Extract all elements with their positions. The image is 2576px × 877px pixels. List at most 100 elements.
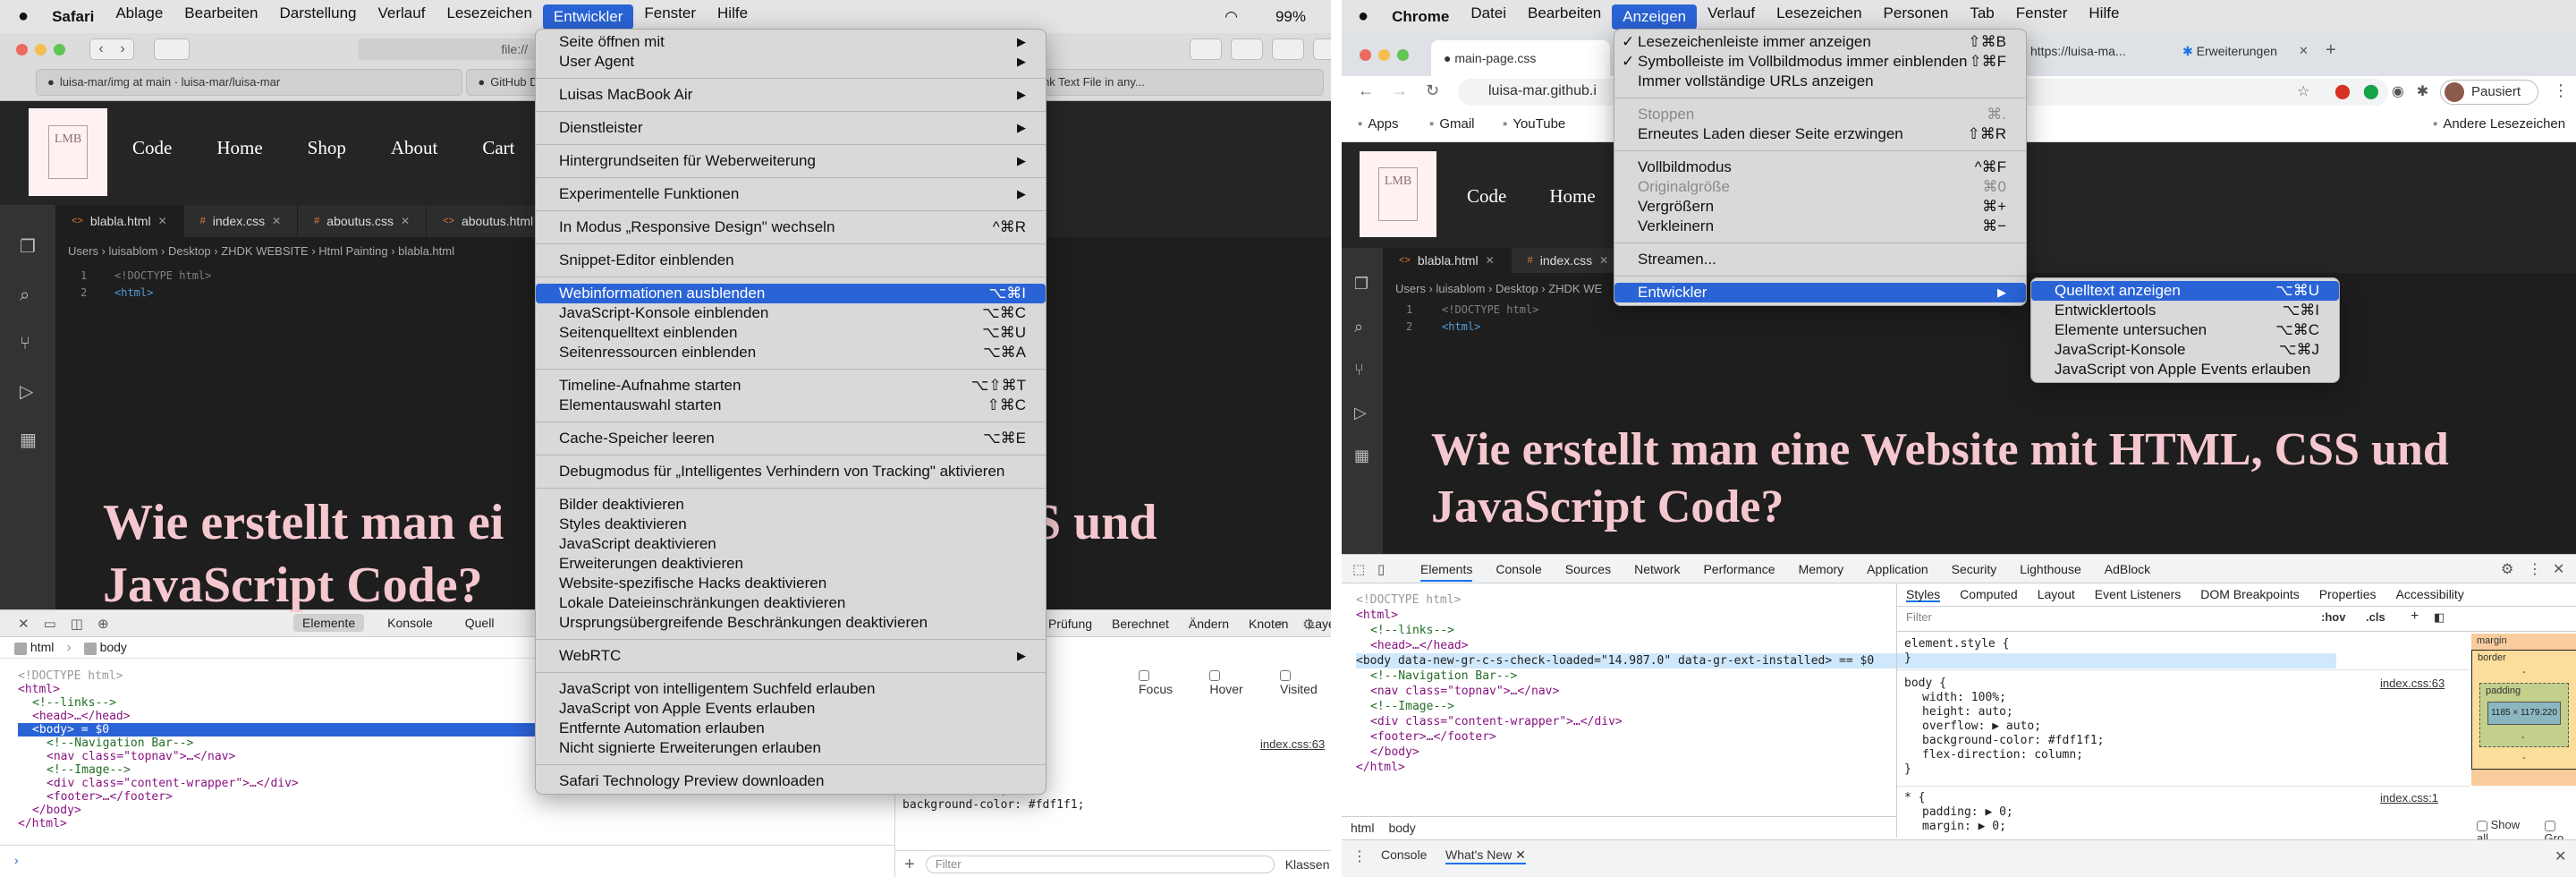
menubar-lesezeichen[interactable]: Lesezeichen <box>436 4 542 30</box>
menu-item-vollbildmodus[interactable]: Vollbildmodus ^⌘F <box>1614 158 2026 177</box>
menu-item-entwickler[interactable]: Entwickler ▶ <box>1614 283 2026 302</box>
source-control-icon[interactable]: ⑂ <box>20 319 55 368</box>
dock-icon[interactable]: ▭ <box>44 616 56 632</box>
menu-item-safari-technology-preview-downloaden[interactable]: Safari Technology Preview downloaden <box>536 771 1046 791</box>
site-logo[interactable]: LMB <box>29 108 107 196</box>
menu-item-javascript-konsole[interactable]: JavaScript-Konsole ⌥⌘J <box>2031 340 2339 360</box>
menu-item-streamen[interactable]: Streamen... <box>1614 250 2026 269</box>
sidebar-tab-ändern[interactable]: Ändern <box>1189 617 1229 631</box>
menu-item-lokale-dateieinschränkungen-deaktivieren[interactable]: Lokale Dateieinschränkungen deaktivieren <box>536 593 1046 613</box>
menu-item-verkleinern[interactable]: Verkleinern ⌘− <box>1614 217 2026 236</box>
close-window-button[interactable] <box>1360 49 1371 61</box>
menu-item-experimentelle-funktionen[interactable]: Experimentelle Funktionen ▶ <box>536 184 1046 204</box>
visited-state-toggle[interactable]: Visited <box>1280 668 1331 696</box>
menu-item-seitenressourcen-einblenden[interactable]: Seitenressourcen einblenden ⌥⌘A <box>536 343 1046 362</box>
site-nav-home[interactable]: Home <box>216 137 262 159</box>
extensions-icon[interactable]: ▦ <box>20 416 55 464</box>
wifi-icon[interactable]: ◠ <box>1214 8 1249 26</box>
dom-node[interactable]: </body> <box>18 804 894 817</box>
zoom-window-button[interactable] <box>54 44 65 55</box>
styles-tab-dom-breakpoints[interactable]: DOM Breakpoints <box>2200 587 2299 602</box>
css-property[interactable]: padding: ▶ 0; <box>1922 805 2013 820</box>
close-icon[interactable]: ✕ <box>1486 254 1495 267</box>
menu-item-erneutes-laden-dieser-seite-erzwingen[interactable]: Erneutes Laden dieser Seite erzwingen ⇧⌘R <box>1614 124 2026 144</box>
close-window-button[interactable] <box>16 44 28 55</box>
editor-tab-blabla-html[interactable]: <> blabla.html ✕ <box>1383 248 1512 273</box>
sidebar-toggle-icon[interactable] <box>154 38 190 60</box>
sidebar-tab-prüfung[interactable]: Prüfung <box>1048 617 1092 631</box>
run-icon[interactable]: ▷ <box>20 368 55 416</box>
close-tab-icon[interactable]: ✕ <box>2299 44 2309 58</box>
menubar-fenster[interactable]: Fenster <box>633 4 707 30</box>
devtools-tab-memory[interactable]: Memory <box>1799 562 1844 582</box>
editor-tab-blabla-html[interactable]: <> blabla.html ✕ <box>55 205 184 237</box>
menu-item-elemente-untersuchen[interactable]: Elemente untersuchen ⌥⌘C <box>2031 320 2339 340</box>
menubar-personen[interactable]: Personen <box>1873 4 1960 30</box>
menu-item-webrtc[interactable]: WebRTC ▶ <box>536 646 1046 666</box>
tab-overview-icon[interactable] <box>1313 38 1331 60</box>
menu-item-symbolleiste-im-vollbildmodus-immer-einb[interactable]: ✓ Symbolleiste im Vollbildmodus immer ein… <box>1614 52 2026 72</box>
menu-item-erweiterungen-deaktivieren[interactable]: Erweiterungen deaktivieren <box>536 554 1046 574</box>
devtools-tab-security[interactable]: Security <box>1952 562 1997 582</box>
hover-state-toggle[interactable]: Hover <box>1209 668 1257 696</box>
close-devtools-icon[interactable]: ✕ <box>2553 560 2564 578</box>
menu-item-entwicklertools[interactable]: Entwicklertools ⌥⌘I <box>2031 301 2339 320</box>
menu-item-quelltext-anzeigen[interactable]: Quelltext anzeigen ⌥⌘U <box>2031 281 2339 301</box>
site-nav-cart[interactable]: Cart <box>482 137 514 159</box>
devtools-tab-network[interactable]: Network <box>1634 562 1680 582</box>
menubar-bearbeiten[interactable]: Bearbeiten <box>174 4 268 30</box>
crumb-html[interactable]: html <box>1351 821 1374 835</box>
menu-item-seitenquelltext-einblenden[interactable]: Seitenquelltext einblenden ⌥⌘U <box>536 323 1046 343</box>
drawer-tab-whats-new[interactable]: What's New ✕ <box>1445 847 1526 864</box>
download-icon[interactable] <box>1190 38 1222 60</box>
dom-node[interactable]: </html> <box>18 817 894 830</box>
search-icon[interactable]: ⌕ <box>20 271 55 319</box>
tab-main-page-css[interactable]: ● main-page.css <box>1431 40 1610 76</box>
menu-item-webinformationen-ausblenden[interactable]: Webinformationen ausblenden ⌥⌘I <box>536 284 1046 303</box>
close-icon[interactable]: ✕ <box>272 215 281 227</box>
address-bar[interactable]: file:// <box>358 38 537 60</box>
menu-item-javascript-konsole-einblenden[interactable]: JavaScript-Konsole einblenden ⌥⌘C <box>536 303 1046 323</box>
extensions-icon[interactable]: ▦ <box>1354 434 1383 477</box>
run-icon[interactable]: ▷ <box>1354 391 1383 434</box>
computed-sidebar-icon[interactable]: ◧ <box>2434 610 2445 625</box>
close-icon[interactable]: ✕ <box>18 616 30 632</box>
inspector-tab-elemente[interactable]: Elemente <box>293 614 365 632</box>
menu-item-javascript-von-apple-events-erlauben[interactable]: JavaScript von Apple Events erlauben <box>536 699 1046 719</box>
menubar-entwickler[interactable]: Entwickler <box>542 4 634 30</box>
forward-icon[interactable]: → <box>1392 81 1408 100</box>
css-property[interactable]: margin: ▶ 0; <box>1922 820 2013 834</box>
css-property[interactable]: flex-direction: column; <box>1922 748 2105 762</box>
menubar-ablage[interactable]: Ablage <box>105 4 174 30</box>
menubar-app-name[interactable]: Safari <box>41 8 105 26</box>
editor-tab-index-css[interactable]: # index.css ✕ <box>183 205 299 237</box>
more-menu-icon[interactable]: ⋮ <box>2553 81 2569 100</box>
menu-item-timeline-aufnahme-starten[interactable]: Timeline-Aufnahme starten ⌥⇧⌘T <box>536 376 1046 396</box>
drawer-tab-console[interactable]: Console <box>1381 847 1427 862</box>
menu-item-entfernte-automation-erlauben[interactable]: Entfernte Automation erlauben <box>536 719 1046 738</box>
sidebar-tab-berechnet[interactable]: Berechnet <box>1112 617 1169 631</box>
css-source-link[interactable]: index.css:63 <box>2380 677 2445 690</box>
css-property[interactable]: background-color: #fdf1f1; <box>1922 734 2105 748</box>
menu-item-lesezeichenleiste-immer-anzeigen[interactable]: ✓ Lesezeichenleiste immer anzeigen ⇧⌘B <box>1614 32 2026 52</box>
close-icon[interactable]: ✕ <box>158 215 167 227</box>
explorer-icon[interactable]: ❐ <box>20 223 55 271</box>
new-rule-icon[interactable]: + <box>2411 609 2419 625</box>
styles-filter-input[interactable]: Filter <box>1906 610 2309 624</box>
search-icon[interactable]: ⌕ <box>1275 616 1284 632</box>
source-control-icon[interactable]: ⑂ <box>1354 348 1383 391</box>
menubar-tab[interactable]: Tab <box>1959 4 2004 30</box>
menubar-app-name[interactable]: Chrome <box>1381 8 1460 26</box>
reload-icon[interactable]: ↻ <box>1426 81 1439 100</box>
settings-icon[interactable]: ⚙ <box>2501 560 2513 578</box>
devtools-tab-application[interactable]: Application <box>1867 562 1928 582</box>
menu-item-javascript-von-apple-events-erlauben[interactable]: JavaScript von Apple Events erlauben <box>2031 360 2339 379</box>
menubar-verlauf[interactable]: Verlauf <box>1697 4 1766 30</box>
device-toolbar-icon[interactable]: ▯ <box>1377 561 1385 577</box>
menu-item-bilder-deaktivieren[interactable]: Bilder deaktivieren <box>536 495 1046 515</box>
menu-item-dienstleister[interactable]: Dienstleister ▶ <box>536 118 1046 138</box>
more-icon[interactable]: ⋮ <box>2528 560 2542 578</box>
editor-tab-index-css[interactable]: # index.css ✕ <box>1511 248 1626 273</box>
bookmark-andere-lesezeichen[interactable]: ▪ Andere Lesezeichen <box>2433 116 2565 132</box>
minimize-window-button[interactable] <box>1378 49 1390 61</box>
